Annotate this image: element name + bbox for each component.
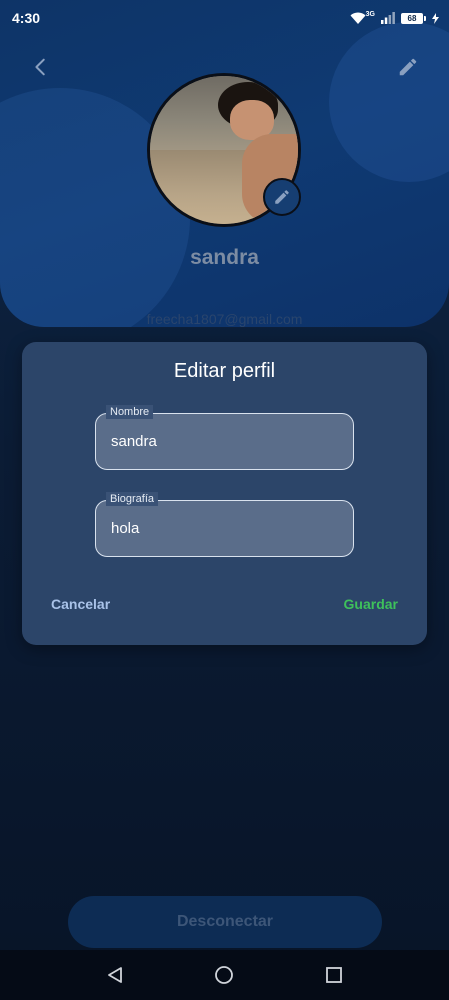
nav-home-button[interactable] [204, 955, 244, 995]
cancel-button[interactable]: Cancelar [51, 596, 110, 612]
disconnect-button[interactable]: Desconectar [68, 896, 382, 948]
profile-email: freecha1807@gmail.com [146, 311, 303, 327]
name-field[interactable]: Nombre sandra [95, 405, 354, 470]
save-button[interactable]: Guardar [344, 596, 398, 612]
nav-recents-button[interactable] [314, 955, 354, 995]
chevron-left-icon [35, 58, 45, 76]
name-field-label: Nombre [106, 405, 154, 419]
profile-header: sandra [0, 0, 449, 327]
edit-profile-button[interactable] [393, 52, 423, 82]
name-field-value[interactable]: sandra [111, 433, 157, 450]
status-bar: 4:30 3G 68 [0, 0, 449, 36]
pencil-icon [275, 190, 289, 204]
home-circle-icon [215, 966, 234, 984]
system-nav-bar [0, 950, 449, 1000]
recents-square-icon [326, 967, 343, 983]
bio-field-label: Biografía [106, 492, 159, 506]
battery-icon: 68 [401, 12, 426, 24]
profile-name: sandra [190, 246, 259, 269]
back-button[interactable] [26, 52, 56, 82]
pencil-icon [399, 58, 417, 76]
nav-back-button[interactable] [95, 955, 135, 995]
status-time: 4:30 [12, 10, 41, 26]
network-type: 3G [365, 10, 375, 18]
battery-level: 68 [401, 12, 423, 24]
charging-icon [432, 12, 439, 24]
back-triangle-icon [107, 967, 122, 983]
dialog-title: Editar perfil [173, 360, 276, 382]
bio-field[interactable]: Biografía hola [95, 492, 354, 557]
wifi-icon [350, 12, 366, 24]
decorative-bubble [329, 22, 449, 182]
signal-icon [381, 12, 395, 24]
bio-field-value[interactable]: hola [111, 520, 139, 537]
edit-profile-dialog: Editar perfil Nombre sandra Biografía ho… [22, 342, 427, 645]
avatar-edit-button[interactable] [263, 178, 301, 216]
